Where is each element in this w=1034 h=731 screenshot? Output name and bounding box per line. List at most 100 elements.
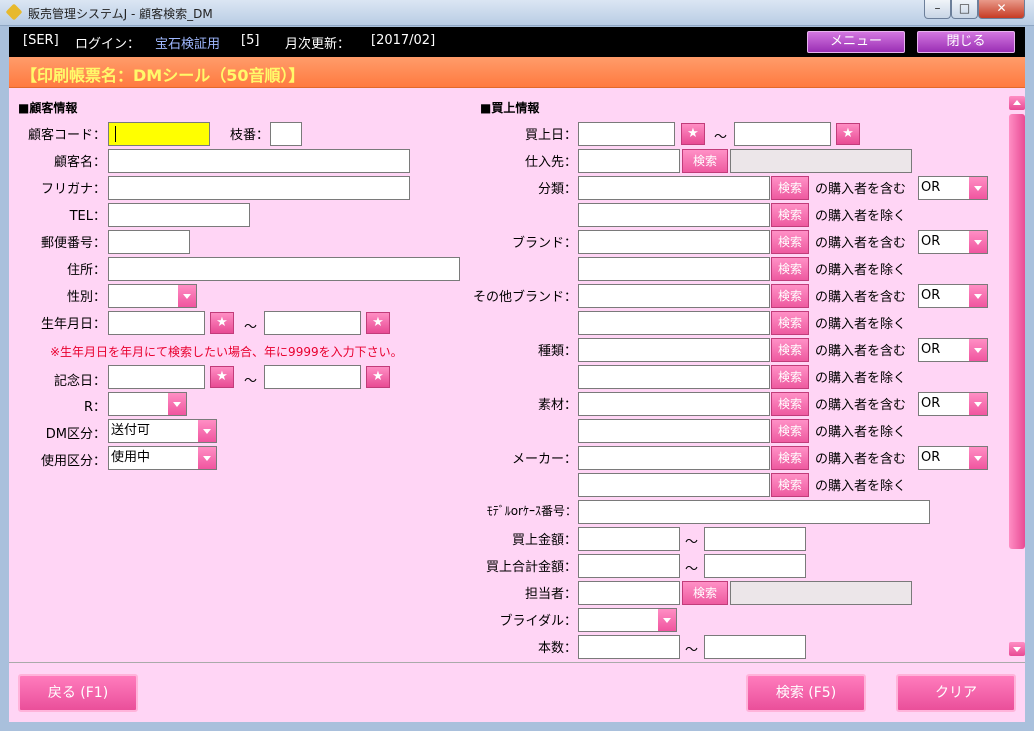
category-include-input[interactable] [578,176,770,200]
purchase-date-from-calendar-button[interactable]: ★ [681,123,705,145]
or-value: OR [921,396,941,411]
chevron-down-icon [178,285,196,307]
purchase-date-to-calendar-button[interactable]: ★ [836,123,860,145]
dm-type-select[interactable]: 送付可 [108,419,217,443]
range-tilde: ～ [244,320,258,335]
total-amount-from-input[interactable] [578,554,680,578]
window-close-button[interactable]: ✕ [978,0,1025,19]
branch-input[interactable] [270,122,302,146]
address-input[interactable] [108,257,460,281]
material-exclude-search-button[interactable]: 検索 [771,419,809,443]
exclude-text: の購入者を除く [815,263,907,278]
vertical-scrollbar[interactable] [1009,96,1025,656]
exclude-text: の購入者を除く [815,209,907,224]
staff-input[interactable] [578,581,680,605]
or-value: OR [921,180,941,195]
login-user: 宝石検証用 [155,37,221,52]
maker-include-input[interactable] [578,446,770,470]
material-include-search-button[interactable]: 検索 [771,392,809,416]
supplier-input[interactable] [578,149,680,173]
purchase-date-from-input[interactable] [578,122,675,146]
bridal-select[interactable] [578,608,677,632]
bridal-label: ブライダル： [499,614,577,629]
staff-name-display [730,581,912,605]
material-include-input[interactable] [578,392,770,416]
chevron-down-icon [969,177,987,199]
kind-or-select[interactable]: OR [918,338,988,362]
close-button[interactable]: 閉じる [917,31,1015,53]
birthday-from-calendar-button[interactable]: ★ [210,312,234,334]
maker-include-search-button[interactable]: 検索 [771,446,809,470]
brand-exclude-search-button[interactable]: 検索 [771,257,809,281]
birthday-from-input[interactable] [108,311,205,335]
maker-exclude-input[interactable] [578,473,770,497]
category-or-select[interactable]: OR [918,176,988,200]
count-from-input[interactable] [578,635,680,659]
customer-name-input[interactable] [108,149,410,173]
staff-search-button[interactable]: 検索 [682,581,728,605]
birthday-to-calendar-button[interactable]: ★ [366,312,390,334]
birthday-to-input[interactable] [264,311,361,335]
maker-or-select[interactable]: OR [918,446,988,470]
anniversary-to-input[interactable] [264,365,361,389]
gender-select[interactable] [108,284,197,308]
anniversary-to-calendar-button[interactable]: ★ [366,366,390,388]
kind-include-search-button[interactable]: 検索 [771,338,809,362]
material-or-select[interactable]: OR [918,392,988,416]
kind-include-input[interactable] [578,338,770,362]
purchase-date-to-input[interactable] [734,122,831,146]
back-button[interactable]: 戻る (F1) [18,674,138,712]
kana-input[interactable] [108,176,410,200]
brand-exclude-input[interactable] [578,257,770,281]
brand-include-search-button[interactable]: 検索 [771,230,809,254]
category-label: 分類： [537,182,577,197]
chevron-down-icon [969,393,987,415]
category-exclude-search-button[interactable]: 検索 [771,203,809,227]
exclude-text: の購入者を除く [815,317,907,332]
brand-or-select[interactable]: OR [918,230,988,254]
brand-include-input[interactable] [578,230,770,254]
zip-input[interactable] [108,230,190,254]
app-icon [5,3,23,21]
include-text: の購入者を含む [815,236,907,251]
tel-input[interactable] [108,203,250,227]
use-type-label: 使用区分： [40,454,106,469]
maker-exclude-search-button[interactable]: 検索 [771,473,809,497]
customer-code-input[interactable] [108,122,210,146]
menu-button[interactable]: メニュー [807,31,905,53]
address-label: 住所： [66,263,106,278]
purchase-amount-from-input[interactable] [578,527,680,551]
other-brand-include-input[interactable] [578,284,770,308]
category-include-search-button[interactable]: 検索 [771,176,809,200]
kind-exclude-input[interactable] [578,365,770,389]
material-exclude-input[interactable] [578,419,770,443]
model-number-input[interactable] [578,500,930,524]
window-title: 販売管理システムJ - 顧客検索_DM [28,7,213,21]
use-type-select[interactable]: 使用中 [108,446,217,470]
chevron-down-icon [969,339,987,361]
other-brand-exclude-search-button[interactable]: 検索 [771,311,809,335]
range-tilde: ～ [244,374,258,389]
kind-exclude-search-button[interactable]: 検索 [771,365,809,389]
category-exclude-input[interactable] [578,203,770,227]
anniversary-from-input[interactable] [108,365,205,389]
form-title-bar: 【印刷帳票名：DMシール（50音順）】 [9,57,1025,88]
supplier-search-button[interactable]: 検索 [682,149,728,173]
other-brand-exclude-input[interactable] [578,311,770,335]
search-button[interactable]: 検索 (F5) [746,674,866,712]
scroll-up-icon[interactable] [1009,96,1025,110]
maximize-button[interactable]: □ [951,0,978,19]
count-to-input[interactable] [704,635,806,659]
purchase-amount-to-input[interactable] [704,527,806,551]
other-brand-label: その他ブランド： [472,290,577,305]
other-brand-include-search-button[interactable]: 検索 [771,284,809,308]
scroll-down-icon[interactable] [1009,642,1025,656]
scroll-thumb[interactable] [1009,114,1025,549]
minimize-button[interactable]: – [924,0,951,19]
clear-button[interactable]: クリア [896,674,1016,712]
r-select[interactable] [108,392,187,416]
other-brand-or-select[interactable]: OR [918,284,988,308]
anniversary-from-calendar-button[interactable]: ★ [210,366,234,388]
total-amount-to-input[interactable] [704,554,806,578]
chevron-down-icon [198,420,216,442]
